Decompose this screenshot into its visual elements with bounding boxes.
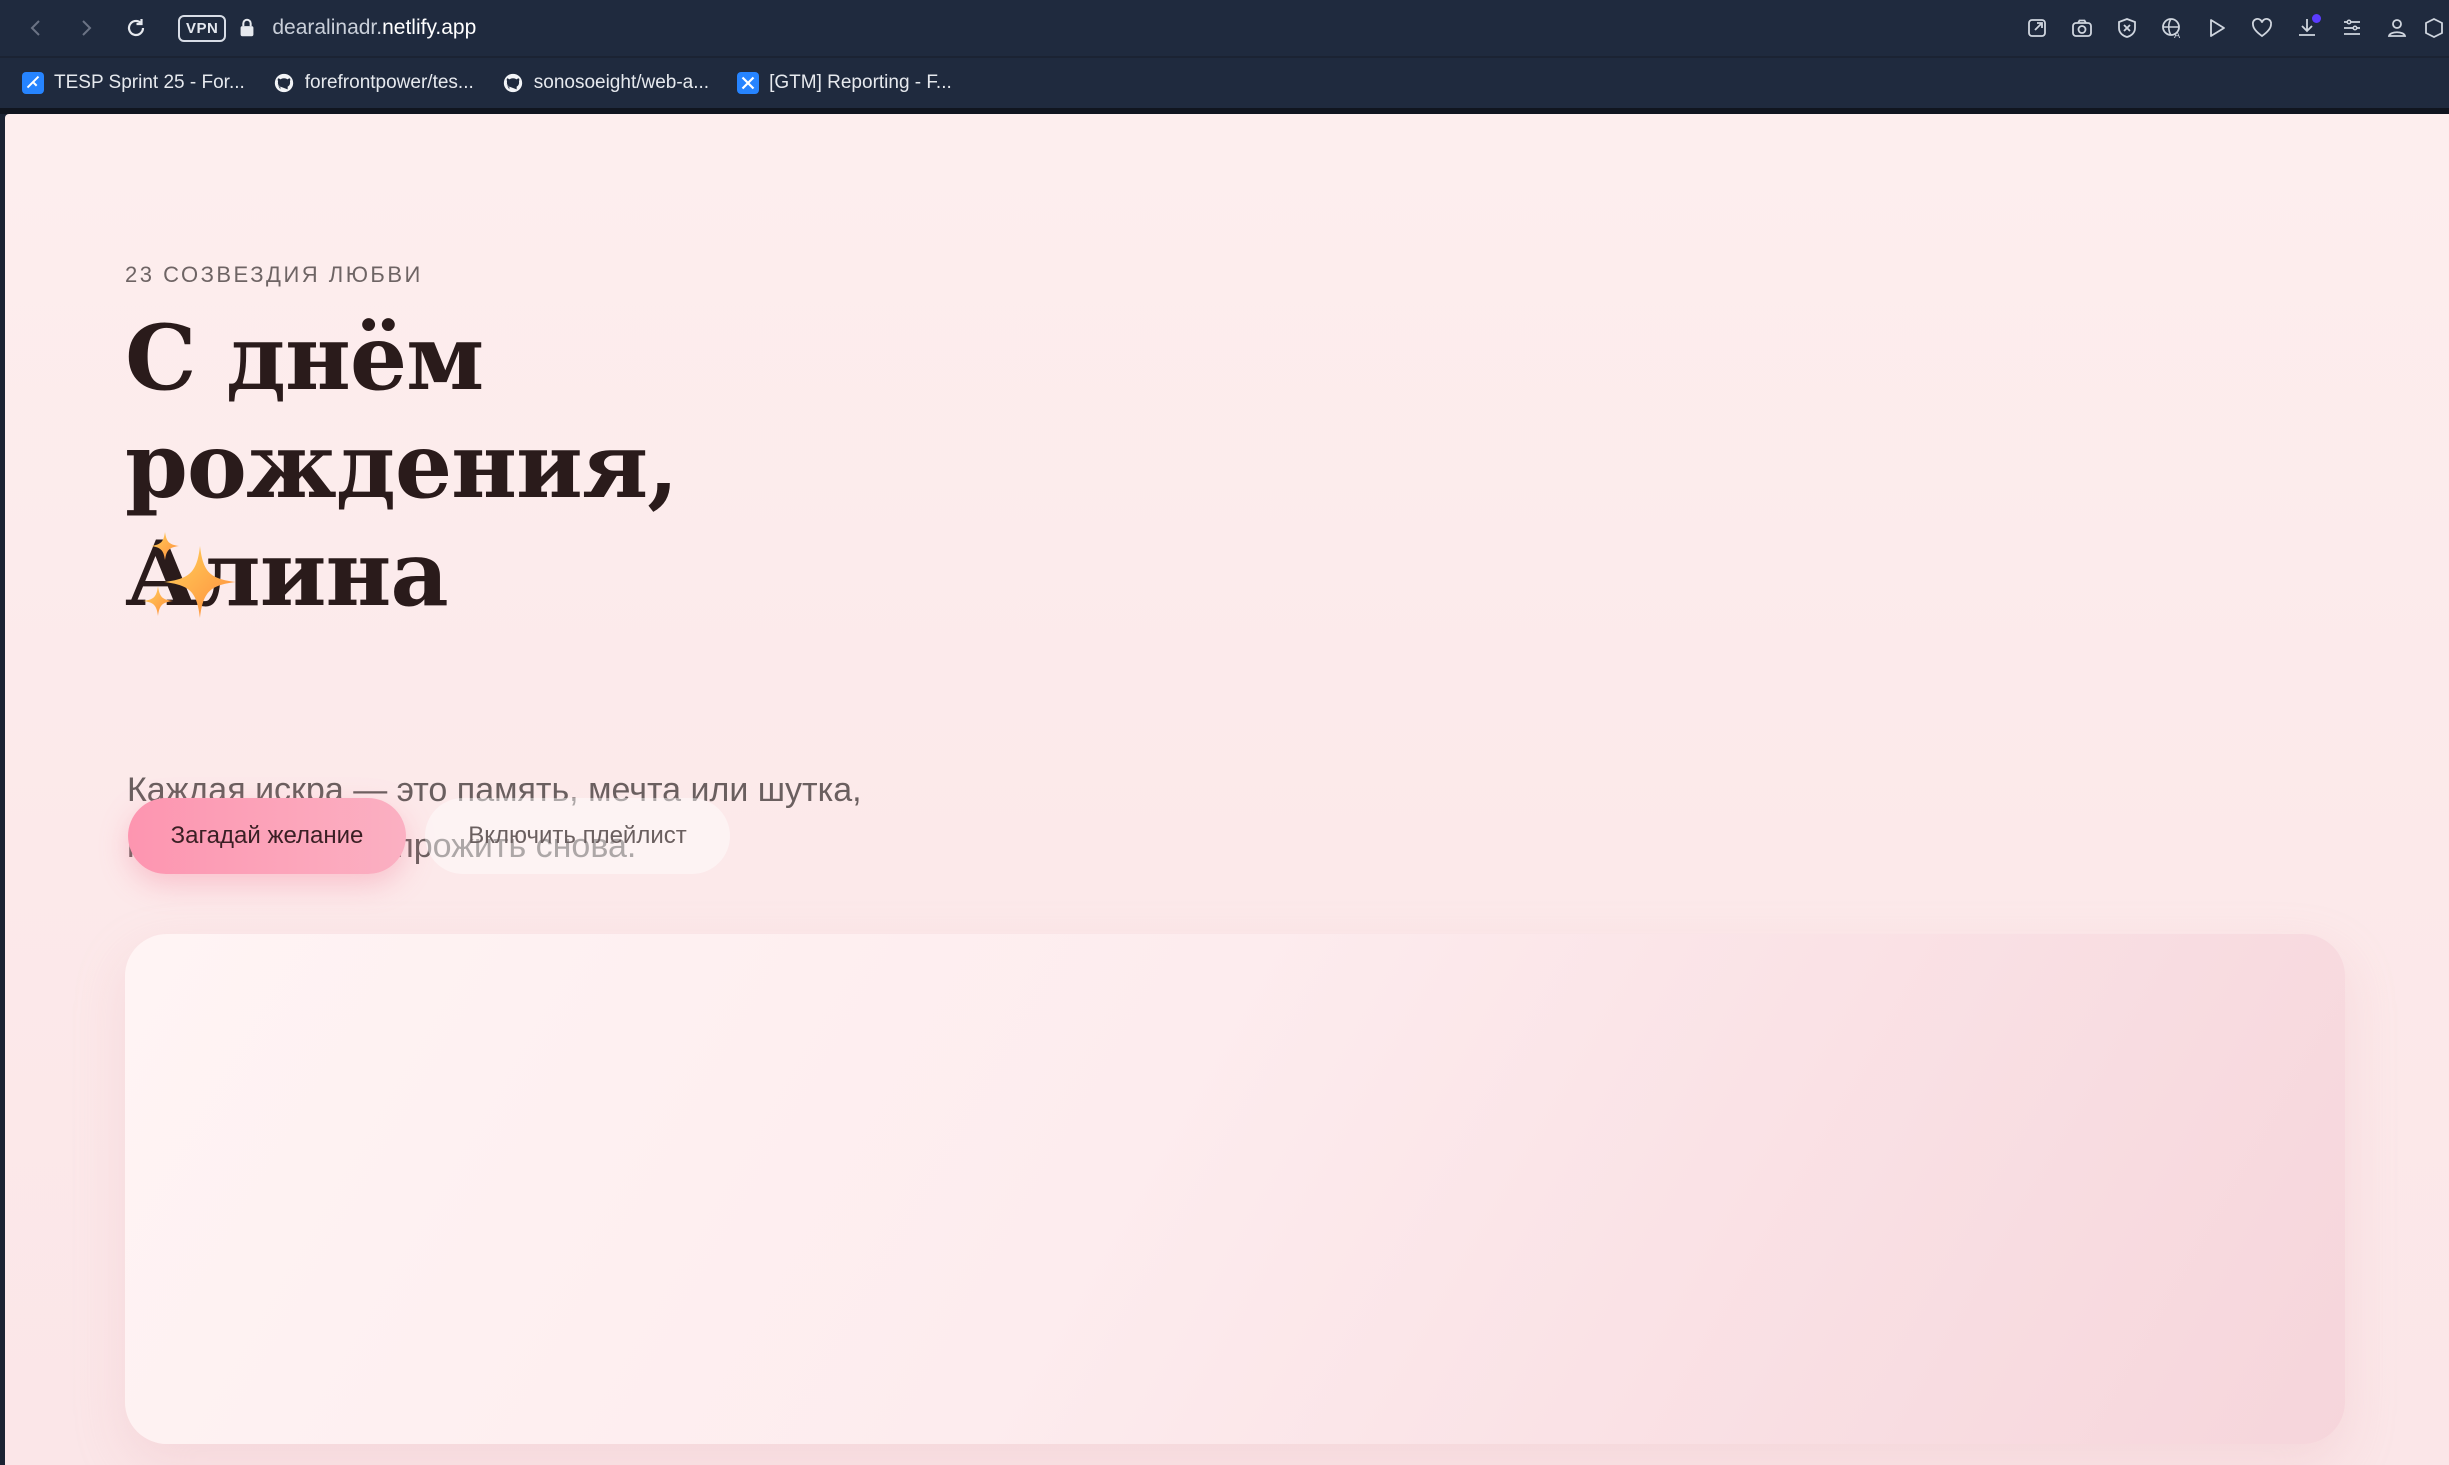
page-viewport: 23 СОЗВЕЗДИЯ ЛЮБВИ С днём рождения, Алин… [5, 114, 2449, 1465]
translate-icon: A [2161, 18, 2181, 40]
player-button[interactable] [2194, 6, 2239, 51]
github-icon [273, 72, 295, 94]
bookmark-item[interactable]: sonosoeight/web-a... [502, 72, 709, 94]
constellation-card [125, 934, 2345, 1444]
bookmark-label: [GTM] Reporting - F... [769, 72, 952, 93]
download-badge [2312, 13, 2321, 23]
forward-button[interactable] [64, 6, 108, 50]
make-wish-button[interactable]: Загадай желание [128, 798, 406, 874]
menu-icon [2343, 19, 2360, 35]
camera-icon [2071, 19, 2092, 37]
sparkles-emoji [143, 532, 236, 618]
downloads-button[interactable] [2284, 6, 2329, 51]
reload-icon [127, 19, 145, 37]
bookmark-item[interactable]: [GTM] Reporting - F... [737, 72, 952, 94]
bookmark-label: sonosoeight/web-a... [533, 72, 710, 93]
bookmark-label: forefrontpower/tes... [304, 72, 474, 93]
toolbar-actions: A [2014, 0, 2449, 56]
address-bar[interactable]: dearalinadr.netlify.app [272, 16, 476, 40]
lock-icon[interactable] [236, 17, 258, 39]
jira-icon [737, 72, 760, 94]
github-icon [502, 72, 524, 94]
url-host: netlify.app [382, 16, 477, 39]
bookmark-item[interactable]: TESP Sprint 25 - For... [22, 72, 245, 94]
play-icon [2209, 19, 2225, 37]
vpn-badge[interactable]: VPN [178, 14, 227, 42]
profile-icon [2387, 19, 2406, 37]
reload-button[interactable] [114, 6, 158, 50]
share-button[interactable] [2014, 6, 2059, 51]
favorites-button[interactable] [2239, 6, 2284, 51]
screenshot-button[interactable] [2059, 6, 2104, 51]
cube-icon [2425, 17, 2443, 39]
chevron-left-icon [30, 20, 40, 36]
page-title: С днём рождения, Алина [125, 305, 679, 627]
jira-icon [22, 72, 44, 94]
url-prefix: dearalinadr. [272, 16, 383, 39]
bookmarks-bar: TESP Sprint 25 - For... forefrontpower/t… [0, 58, 2449, 108]
bookmark-label: TESP Sprint 25 - For... [54, 72, 245, 93]
play-playlist-button[interactable]: Включить плейлист [425, 798, 730, 874]
shield-icon [2117, 18, 2136, 38]
browser-toolbar: VPN dearalinadr.netlify.app A [0, 0, 2449, 56]
easy-setup-button[interactable] [2329, 6, 2374, 51]
back-button[interactable] [14, 6, 58, 50]
chevron-right-icon [82, 20, 92, 36]
heart-icon [2251, 18, 2272, 38]
svg-text:A: A [2174, 31, 2181, 40]
profile-button[interactable] [2374, 6, 2419, 51]
share-icon [2027, 19, 2046, 37]
hero-eyebrow: 23 СОЗВЕЗДИЯ ЛЮБВИ [125, 262, 423, 287]
extension-button[interactable] [2419, 6, 2449, 51]
translate-button[interactable]: A [2149, 6, 2194, 51]
adblock-button[interactable] [2104, 6, 2149, 51]
bookmark-item[interactable]: forefrontpower/tes... [273, 72, 474, 94]
